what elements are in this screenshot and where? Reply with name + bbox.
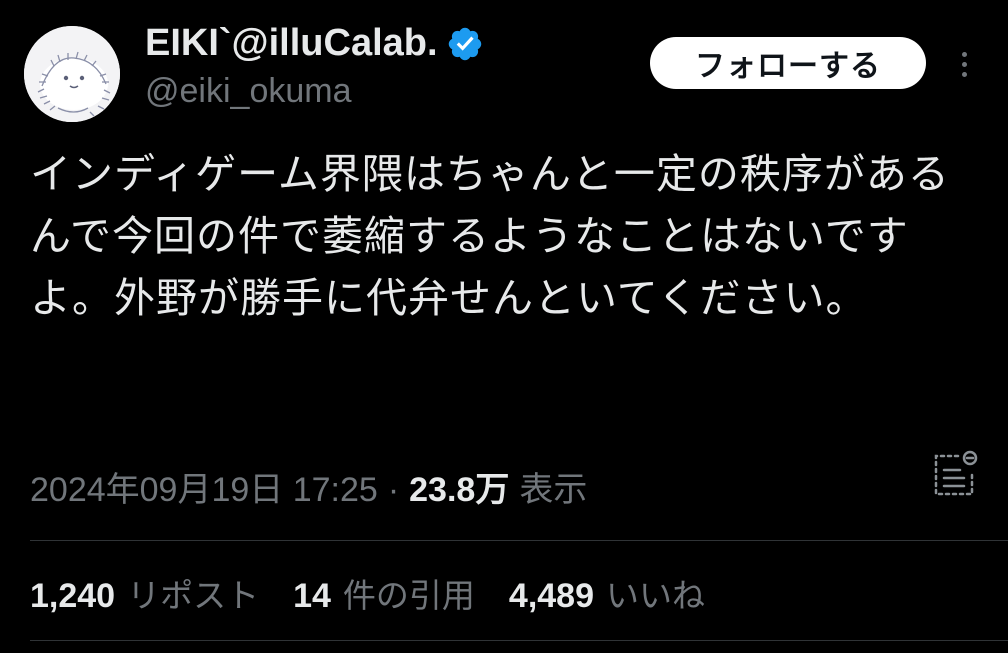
- tweet-meta: 2024年09月19日 17:25 · 23.8万 表示: [30, 462, 587, 511]
- follow-button[interactable]: フォローする: [650, 37, 926, 89]
- likes-label: いいね: [606, 576, 706, 615]
- quotes-label: 件の引用: [342, 576, 475, 615]
- quotes-stat[interactable]: 14 件の引用: [293, 569, 475, 617]
- divider: [30, 640, 1008, 641]
- divider: [30, 540, 1008, 541]
- display-name[interactable]: EIKI`@illuCalab.: [145, 22, 484, 65]
- meta-separator: ·: [387, 471, 400, 509]
- display-name-text: EIKI`@illuCalab.: [145, 22, 438, 64]
- tweet-stats: 1,240 リポスト 14 件の引用 4,489 いいね: [30, 569, 739, 617]
- views-label: 表示: [519, 471, 588, 509]
- reposts-label: リポスト: [127, 576, 260, 615]
- views-count: 23.8万: [409, 471, 510, 509]
- more-dot: [961, 51, 967, 57]
- tweet-timestamp[interactable]: 2024年09月19日 17:25: [30, 462, 378, 511]
- likes-stat[interactable]: 4,489 いいね: [509, 569, 705, 617]
- likes-count: 4,489: [508, 577, 595, 615]
- reposts-stat[interactable]: 1,240 リポスト: [30, 569, 259, 617]
- avatar-image: [24, 26, 120, 122]
- user-handle[interactable]: @eiki_okuma: [145, 72, 352, 111]
- tweet-text: インディゲーム界隈はちゃんと一定の秩序があるんで今回の件で萎縮するようなことはな…: [30, 150, 950, 322]
- reposts-count: 1,240: [30, 577, 116, 615]
- verified-badge-icon[interactable]: [446, 25, 484, 63]
- quotes-count: 14: [293, 577, 331, 615]
- more-options-icon[interactable]: [950, 44, 978, 84]
- analytics-icon[interactable]: [928, 448, 980, 500]
- more-dot: [961, 71, 967, 77]
- more-dot: [961, 61, 967, 67]
- avatar[interactable]: [24, 26, 120, 122]
